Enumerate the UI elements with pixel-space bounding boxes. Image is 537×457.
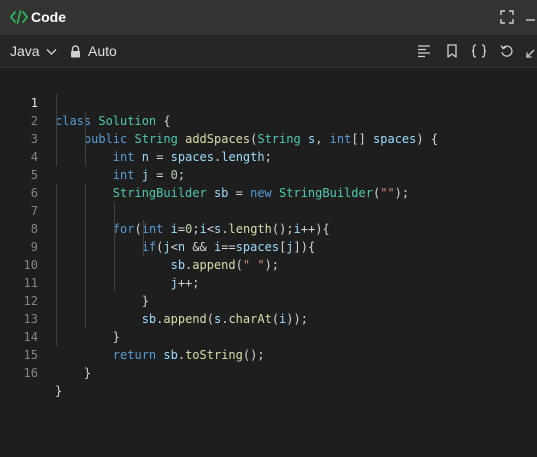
code-panel: Code Java Auto 1 class Solution {2 publ… xyxy=(0,0,537,457)
code-text: } xyxy=(55,384,63,398)
auto-mode-toggle[interactable]: Auto xyxy=(70,43,117,59)
indent-guide xyxy=(56,238,57,256)
code-line: 3 int n = spaces.length; xyxy=(0,112,537,164)
code-line: 8 if(j<n && i==spaces[j]){ xyxy=(0,202,537,254)
language-select[interactable]: Java xyxy=(10,43,57,59)
indent-guide xyxy=(113,202,115,220)
indent-guide xyxy=(142,238,144,256)
indent-guide xyxy=(84,274,86,292)
indent-guide xyxy=(56,220,57,238)
code-editor[interactable]: 1 class Solution { 2 public String addSp… xyxy=(0,76,537,398)
indent-guide xyxy=(84,310,86,328)
indent-guide xyxy=(56,148,57,166)
minimize-icon[interactable] xyxy=(525,10,537,24)
code-line: 10 j++; xyxy=(0,238,537,290)
editor-toolbar: Java Auto xyxy=(0,35,537,68)
indent-guide xyxy=(56,94,57,112)
indent-guide xyxy=(84,220,86,238)
indent-guide xyxy=(56,184,57,202)
code-line: 2 public String addSpaces(String s, int[… xyxy=(0,94,537,146)
code-line: 1 class Solution { xyxy=(0,76,537,128)
indent-guide xyxy=(56,256,57,274)
code-line: 13 } xyxy=(0,292,537,344)
indent-guide xyxy=(142,220,144,238)
indent-guide xyxy=(84,130,86,148)
indent-guide xyxy=(56,112,57,130)
indent-guide xyxy=(84,112,86,130)
code-line: 16 } xyxy=(0,346,537,398)
indent-guide xyxy=(56,130,57,148)
lock-icon xyxy=(71,44,80,57)
format-icon[interactable] xyxy=(417,44,431,58)
indent-guide xyxy=(113,220,115,238)
indent-guide xyxy=(56,328,57,346)
language-label: Java xyxy=(10,43,40,59)
line-number: 16 xyxy=(23,366,38,380)
indent-guide xyxy=(84,292,86,310)
indent-guide xyxy=(113,274,115,292)
code-line: 12 sb.append(s.charAt(i)); xyxy=(0,274,537,326)
indent-guide xyxy=(113,256,115,274)
code-line: 11 } xyxy=(0,256,537,308)
indent-guide xyxy=(56,274,57,292)
code-line: 6 xyxy=(0,166,537,200)
fullscreen-icon[interactable] xyxy=(526,44,537,58)
code-line: 5 StringBuilder sb = new StringBuilder("… xyxy=(0,148,537,200)
code-text: } xyxy=(83,366,92,380)
indent-guide xyxy=(84,238,86,256)
indent-guide xyxy=(56,202,57,220)
indent-guide xyxy=(113,238,115,256)
code-line: 14 return sb.toString(); xyxy=(0,310,537,362)
panel-title: Code xyxy=(31,9,66,25)
code-icon xyxy=(10,10,28,24)
indent-guide xyxy=(84,148,86,166)
bookmark-icon[interactable] xyxy=(445,44,459,58)
code-line: 15 } xyxy=(0,328,537,380)
indent-guide xyxy=(56,292,57,310)
panel-header: Code xyxy=(0,0,537,35)
mode-label: Auto xyxy=(88,43,117,59)
code-line: 4 int j = 0; xyxy=(0,130,537,182)
indent-guide xyxy=(84,184,86,202)
indent-guide xyxy=(84,256,86,274)
indent-guide xyxy=(84,202,86,220)
code-line: 7 for(int i=0;i<s.length();i++){ xyxy=(0,184,537,236)
expand-icon[interactable] xyxy=(500,10,514,24)
indent-guide xyxy=(56,310,57,328)
reset-icon[interactable] xyxy=(500,44,514,58)
chevron-down-icon xyxy=(46,48,57,55)
code-line: 9 sb.append(" "); xyxy=(0,220,537,272)
braces-icon[interactable] xyxy=(471,44,487,58)
